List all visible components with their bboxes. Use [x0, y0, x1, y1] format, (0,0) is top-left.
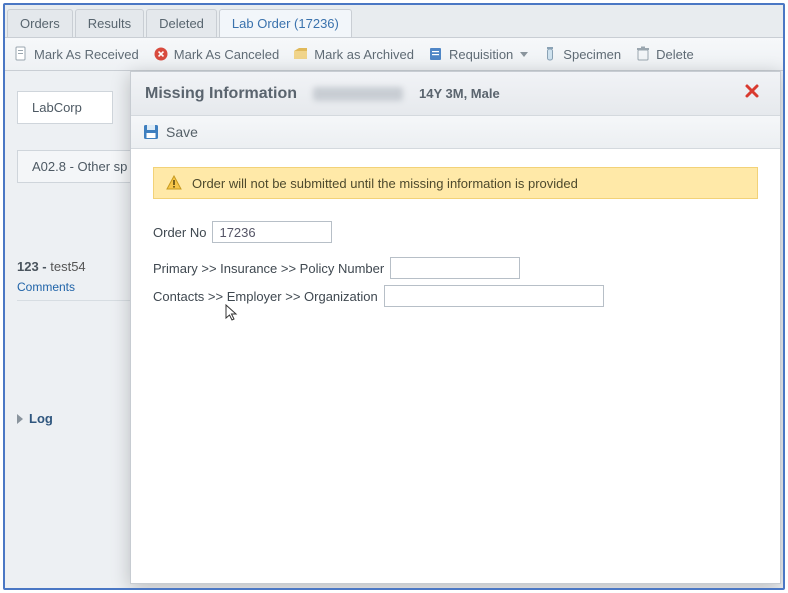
mark-received-button[interactable]: Mark As Received — [13, 46, 139, 62]
tab-deleted[interactable]: Deleted — [146, 9, 217, 37]
code-prefix: 123 - — [17, 259, 50, 274]
mark-archived-button[interactable]: Mark as Archived — [293, 46, 414, 62]
mark-archived-label: Mark as Archived — [314, 47, 414, 62]
specimen-button[interactable]: Specimen — [542, 46, 621, 62]
mark-canceled-label: Mark As Canceled — [174, 47, 280, 62]
redacted-patient-name — [313, 87, 403, 101]
lab-chip[interactable]: LabCorp — [17, 91, 113, 124]
warning-text: Order will not be submitted until the mi… — [192, 176, 578, 191]
warning-banner: Order will not be submitted until the mi… — [153, 167, 758, 199]
tab-bar: Orders Results Deleted Lab Order (17236) — [5, 5, 783, 38]
close-icon — [744, 83, 760, 99]
requisition-label: Requisition — [449, 47, 513, 62]
modal-title-block: Missing Information 14Y 3M, Male — [145, 85, 500, 103]
chevron-right-icon — [17, 414, 23, 424]
cancel-icon — [153, 46, 169, 62]
modal-toolbar: Save — [131, 116, 780, 149]
mark-canceled-button[interactable]: Mark As Canceled — [153, 46, 280, 62]
warning-icon — [166, 175, 182, 191]
policy-number-label: Primary >> Insurance >> Policy Number — [153, 261, 384, 276]
policy-number-input[interactable] — [390, 257, 520, 279]
mark-received-label: Mark As Received — [34, 47, 139, 62]
tab-lab-order[interactable]: Lab Order (17236) — [219, 9, 352, 37]
log-label: Log — [29, 411, 53, 426]
policy-row: Primary >> Insurance >> Policy Number — [153, 257, 758, 279]
save-button[interactable]: Save — [143, 124, 198, 140]
tab-results[interactable]: Results — [75, 9, 144, 37]
delete-button[interactable]: Delete — [635, 46, 694, 62]
modal-body: Order will not be submitted until the mi… — [131, 149, 780, 339]
order-no-input[interactable] — [212, 221, 332, 243]
organization-input[interactable] — [384, 285, 604, 307]
document-icon — [13, 46, 29, 62]
action-toolbar: Mark As Received Mark As Canceled Mark a… — [5, 38, 783, 71]
order-no-label: Order No — [153, 225, 206, 240]
modal-header: Missing Information 14Y 3M, Male — [131, 72, 780, 116]
form-icon — [428, 46, 444, 62]
specimen-icon — [542, 46, 558, 62]
organization-row: Contacts >> Employer >> Organization — [153, 285, 758, 307]
close-button[interactable] — [738, 82, 766, 105]
trash-icon — [635, 46, 651, 62]
modal-title: Missing Information — [145, 85, 297, 103]
requisition-dropdown[interactable]: Requisition — [428, 46, 528, 62]
chevron-down-icon — [520, 52, 528, 57]
tab-orders[interactable]: Orders — [7, 9, 73, 37]
order-no-row: Order No — [153, 221, 758, 243]
diagnosis-chip[interactable]: A02.8 - Other sp — [17, 150, 142, 183]
patient-meta: 14Y 3M, Male — [419, 86, 500, 101]
missing-info-modal: Missing Information 14Y 3M, Male Save — [130, 71, 781, 584]
delete-label: Delete — [656, 47, 694, 62]
save-label: Save — [166, 124, 198, 140]
save-icon — [143, 124, 159, 140]
app-frame: Orders Results Deleted Lab Order (17236)… — [3, 3, 785, 590]
organization-label: Contacts >> Employer >> Organization — [153, 289, 378, 304]
code-suffix: test54 — [50, 259, 85, 274]
specimen-label: Specimen — [563, 47, 621, 62]
archive-icon — [293, 46, 309, 62]
